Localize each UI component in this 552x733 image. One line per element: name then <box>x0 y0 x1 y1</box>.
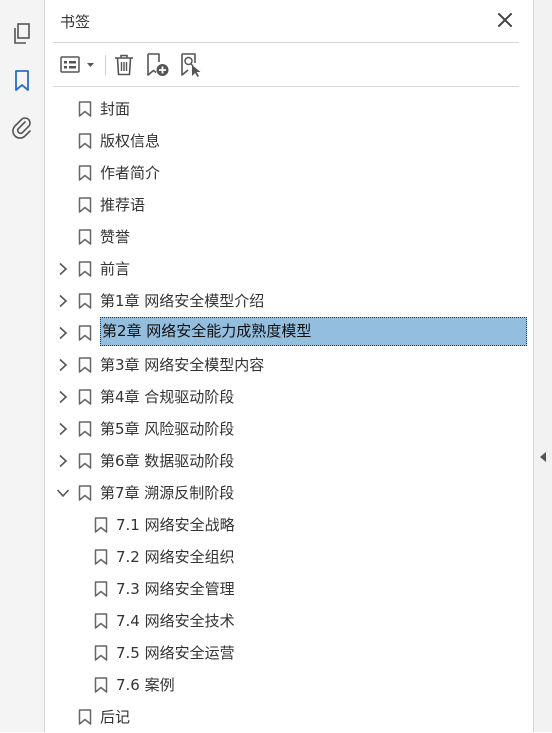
bookmark-icon[interactable] <box>8 67 36 95</box>
bookmark-item-icon <box>78 101 92 117</box>
bookmark-label[interactable]: 第4章 合规驱动阶段 <box>100 388 234 406</box>
bookmark-label[interactable]: 作者简介 <box>100 164 160 182</box>
new-bookmark-button[interactable] <box>143 50 171 80</box>
bookmark-item-icon <box>78 229 92 245</box>
bookmark-label[interactable]: 封面 <box>100 100 130 118</box>
chevron-right-icon[interactable] <box>56 326 70 340</box>
bookmark-row[interactable]: 推荐语 <box>45 189 533 221</box>
bookmark-item-icon <box>78 357 92 373</box>
header-divider <box>53 42 519 43</box>
bookmark-row[interactable]: 第1章 网络安全模型介绍 <box>45 285 533 317</box>
bookmark-item-icon <box>78 165 92 181</box>
bookmark-label[interactable]: 前言 <box>100 260 130 278</box>
bookmark-item-icon <box>78 197 92 213</box>
chevron-right-icon[interactable] <box>56 422 70 436</box>
chevron-right-icon[interactable] <box>56 390 70 404</box>
bookmark-row[interactable]: 封面 <box>45 93 533 125</box>
options-menu-icon <box>60 56 94 73</box>
bookmark-item-icon <box>78 325 92 341</box>
bookmark-row[interactable]: 第4章 合规驱动阶段 <box>45 381 533 413</box>
bookmark-item-icon <box>78 453 92 469</box>
bookmark-label[interactable]: 第1章 网络安全模型介绍 <box>100 292 264 310</box>
bookmark-label[interactable]: 第7章 溯源反制阶段 <box>100 484 234 502</box>
collapse-arrow-icon[interactable] <box>540 452 546 462</box>
bookmark-item-icon <box>78 293 92 309</box>
bookmark-row[interactable]: 7.5 网络安全运营 <box>45 637 533 669</box>
bookmark-label[interactable]: 赞誉 <box>100 228 130 246</box>
bookmark-item-icon <box>78 389 92 405</box>
options-menu-button[interactable] <box>59 50 99 80</box>
bookmark-label[interactable]: 7.1 网络安全战略 <box>116 516 235 534</box>
attachment-icon[interactable] <box>8 113 36 141</box>
bookmark-item-icon <box>78 133 92 149</box>
bookmark-row[interactable]: 作者简介 <box>45 157 533 189</box>
bookmark-row[interactable]: 7.6 案例 <box>45 669 533 701</box>
bookmark-item-icon <box>94 677 108 693</box>
find-bookmark-button[interactable] <box>177 50 205 80</box>
bookmark-item-icon <box>78 709 92 725</box>
delete-bookmark-button[interactable] <box>111 50 137 80</box>
bookmark-label[interactable]: 7.3 网络安全管理 <box>116 580 235 598</box>
toolbar-divider <box>53 86 519 87</box>
bookmark-row[interactable]: 7.3 网络安全管理 <box>45 573 533 605</box>
bookmark-item-icon <box>78 485 92 501</box>
chevron-down-icon[interactable] <box>56 486 70 500</box>
bookmark-label[interactable]: 版权信息 <box>100 132 160 150</box>
bookmark-label[interactable]: 7.5 网络安全运营 <box>116 644 235 662</box>
bookmark-label[interactable]: 第5章 风险驱动阶段 <box>100 420 234 438</box>
bookmark-row[interactable]: 第7章 溯源反制阶段 <box>45 477 533 509</box>
right-collapse-rail[interactable] <box>533 0 552 732</box>
bookmark-item-icon <box>94 517 108 533</box>
bookmark-label[interactable]: 后记 <box>100 708 130 726</box>
close-icon <box>498 13 512 27</box>
bookmark-label[interactable]: 第6章 数据驱动阶段 <box>100 452 234 470</box>
bookmark-row[interactable]: 前言 <box>45 253 533 285</box>
bookmark-label[interactable]: 7.2 网络安全组织 <box>116 548 235 566</box>
bookmark-row[interactable]: 版权信息 <box>45 125 533 157</box>
close-button[interactable] <box>493 8 517 32</box>
bookmark-item-icon <box>94 581 108 597</box>
panel-title: 书签 <box>60 13 91 31</box>
bookmark-item-icon <box>94 549 108 565</box>
bookmark-row[interactable]: 第5章 风险驱动阶段 <box>45 413 533 445</box>
bookmark-row[interactable]: 第3章 网络安全模型内容 <box>45 349 533 381</box>
delete-bookmark-icon <box>115 54 133 76</box>
chevron-right-icon[interactable] <box>56 358 70 372</box>
bookmark-row[interactable]: 第2章 网络安全能力成熟度模型 <box>45 317 533 349</box>
find-bookmark-icon <box>181 53 201 77</box>
bookmark-label[interactable]: 第3章 网络安全模型内容 <box>100 356 264 374</box>
bookmark-row[interactable]: 7.1 网络安全战略 <box>45 509 533 541</box>
bookmark-row[interactable]: 后记 <box>45 701 533 733</box>
bookmarks-panel: 书签 封面 版权信息 作者简介 推荐语 赞誉 前言 第1章 网络安全模型介绍 第… <box>45 0 533 732</box>
bookmark-row[interactable]: 第6章 数据驱动阶段 <box>45 445 533 477</box>
left-navigation-rail <box>0 0 45 732</box>
bookmark-label[interactable]: 7.6 案例 <box>116 676 175 694</box>
bookmark-item-icon <box>94 613 108 629</box>
bookmark-row[interactable]: 7.4 网络安全技术 <box>45 605 533 637</box>
chevron-right-icon[interactable] <box>56 454 70 468</box>
toolbar-separator <box>105 55 106 75</box>
chevron-right-icon[interactable] <box>56 294 70 308</box>
bookmark-row[interactable]: 7.2 网络安全组织 <box>45 541 533 573</box>
pages-icon[interactable] <box>8 20 36 48</box>
bookmark-item-icon <box>78 421 92 437</box>
bookmark-item-icon <box>94 645 108 661</box>
new-bookmark-icon <box>147 53 169 76</box>
bookmark-label[interactable]: 推荐语 <box>100 196 145 214</box>
bookmark-item-icon <box>78 261 92 277</box>
bookmark-label[interactable]: 第2章 网络安全能力成熟度模型 <box>100 317 527 346</box>
chevron-right-icon[interactable] <box>56 262 70 276</box>
bookmark-row[interactable]: 赞誉 <box>45 221 533 253</box>
bookmark-label[interactable]: 7.4 网络安全技术 <box>116 612 235 630</box>
